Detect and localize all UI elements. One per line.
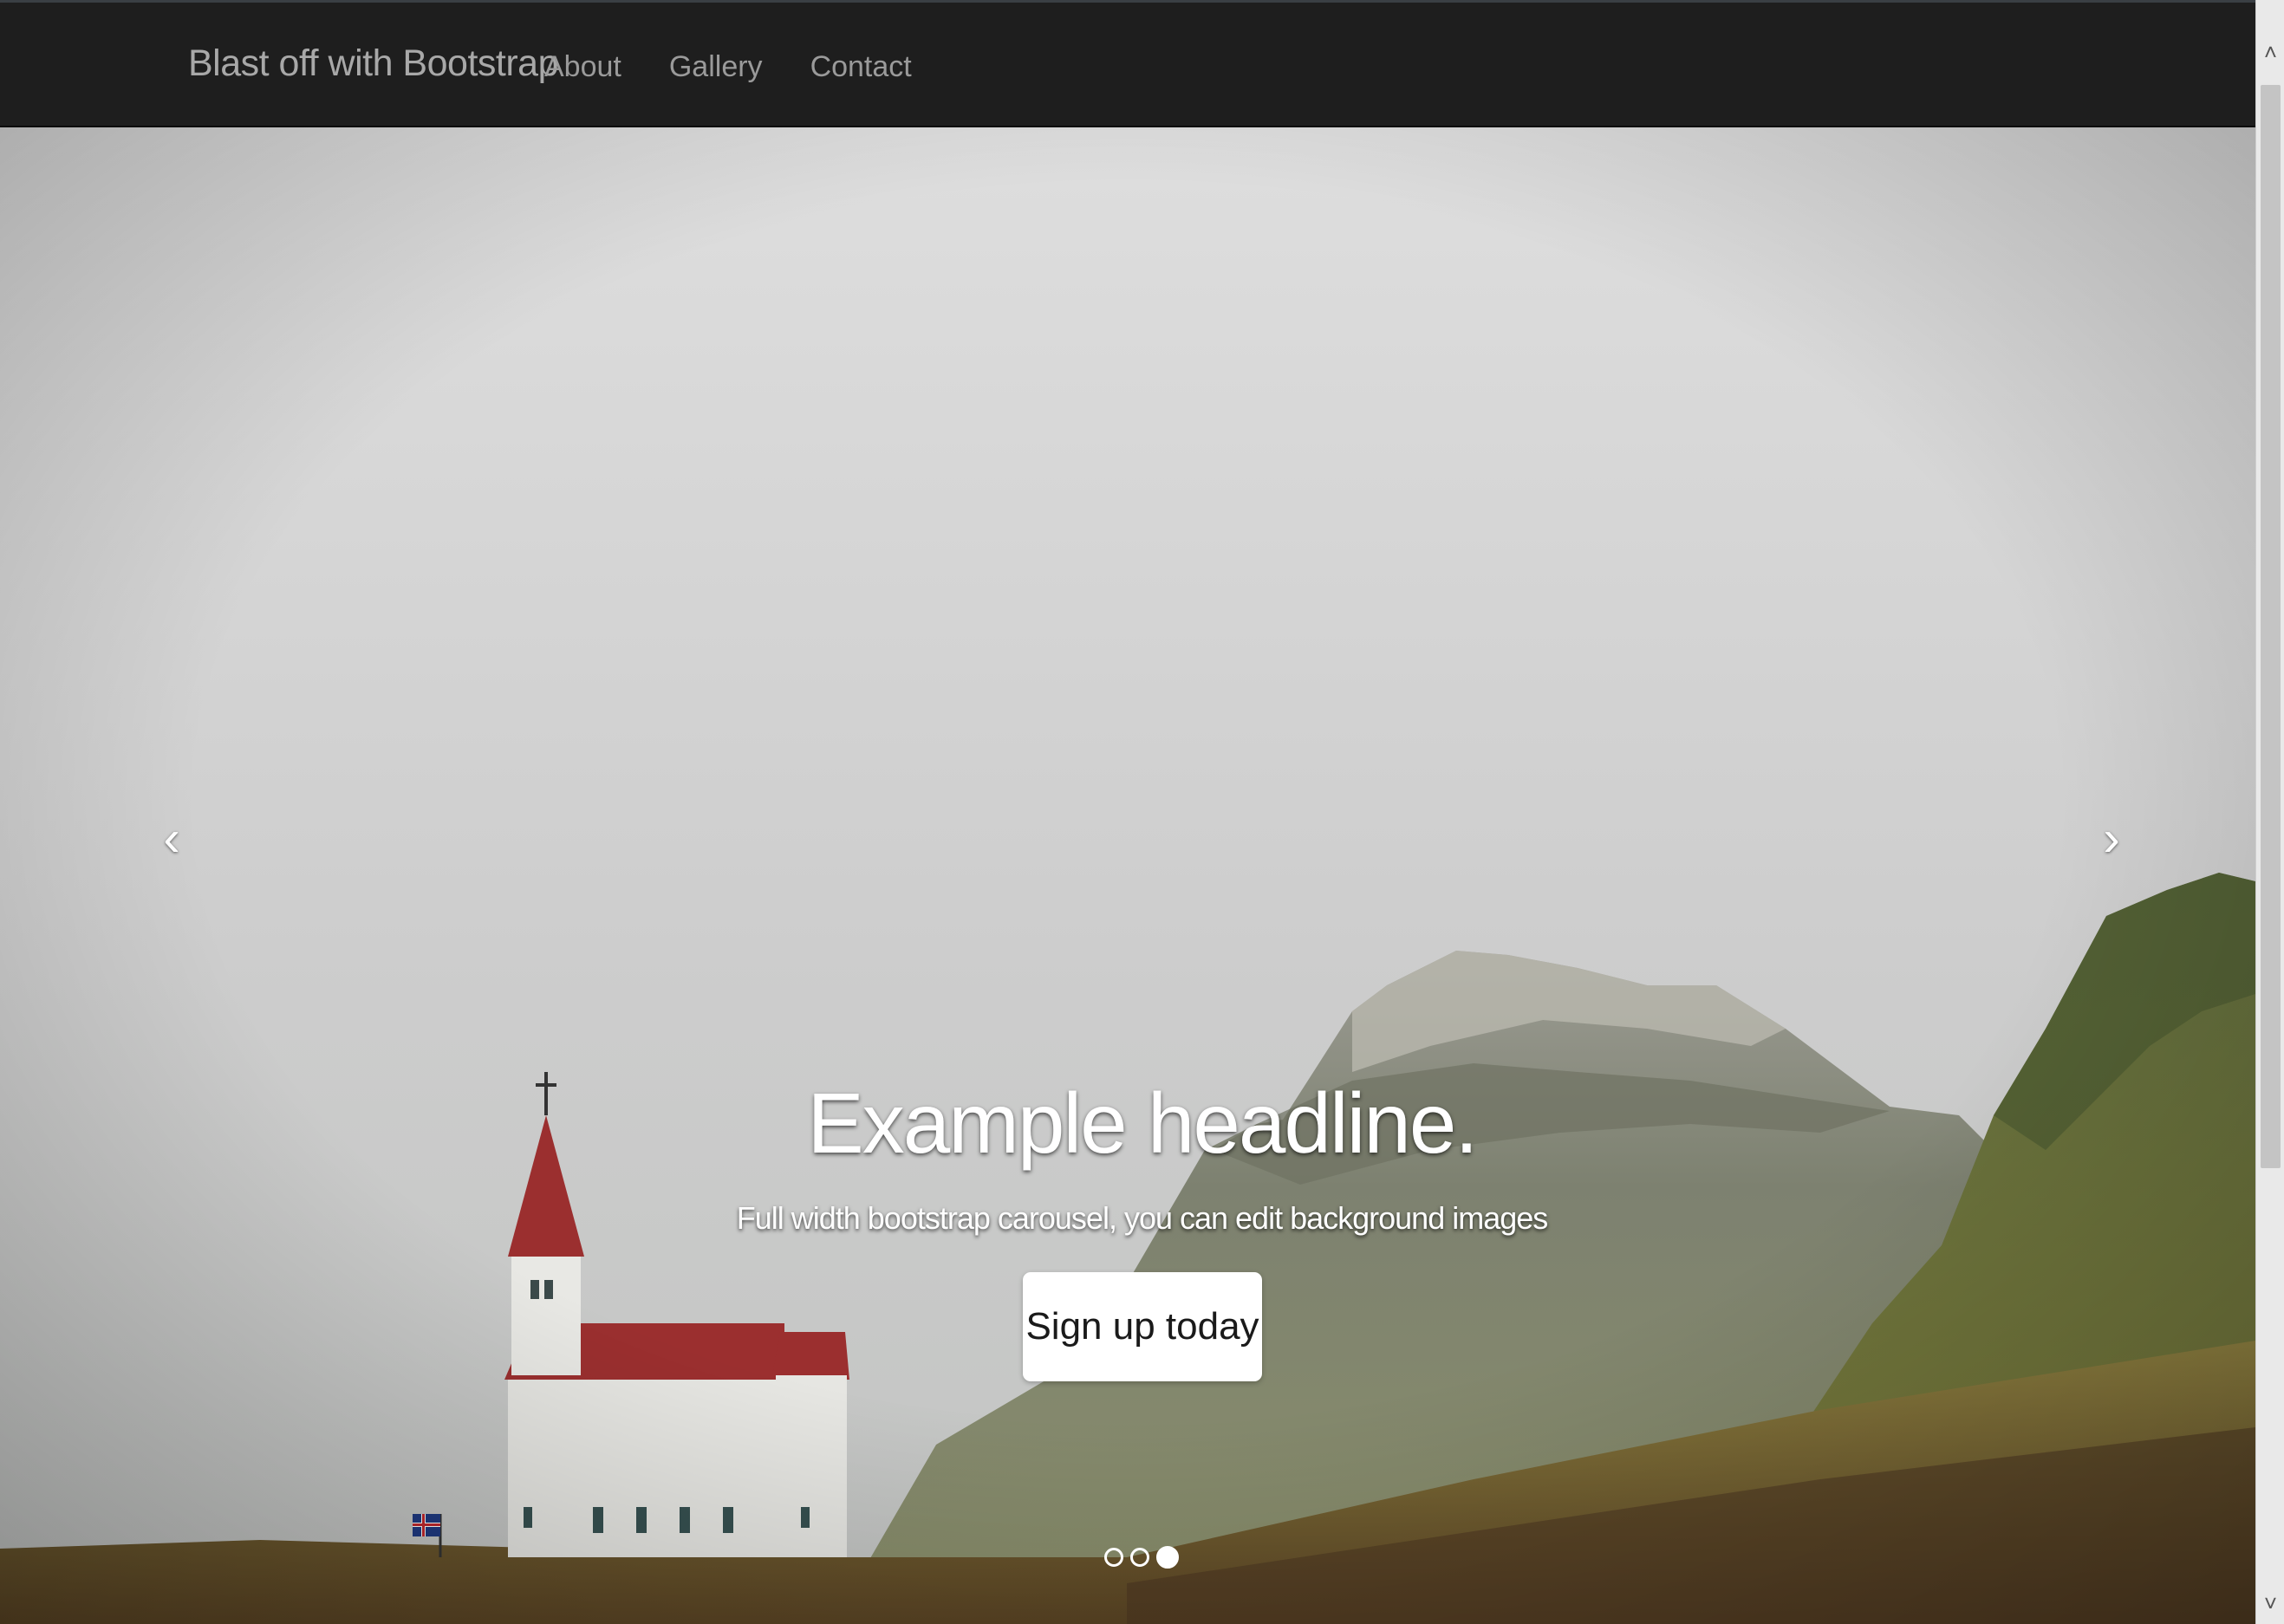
navbar-brand[interactable]: Blast off with Bootstrap xyxy=(188,41,559,86)
nav-link-about[interactable]: About xyxy=(544,50,621,83)
carousel-next-control[interactable]: › xyxy=(2086,803,2138,873)
nav-link-contact[interactable]: Contact xyxy=(810,50,912,83)
browser-viewport: Blast off with Bootstrap About Gallery C… xyxy=(0,0,2255,1624)
nav-item-gallery: Gallery xyxy=(669,48,763,86)
carousel-indicator-2[interactable] xyxy=(1130,1548,1149,1567)
nav-item-about: About xyxy=(544,48,621,86)
carousel-prev-control[interactable]: ‹ xyxy=(146,803,198,873)
carousel-indicators xyxy=(1104,1546,1179,1569)
chevron-right-icon: › xyxy=(2103,809,2120,867)
scroll-thumb[interactable] xyxy=(2261,85,2281,1168)
hero-carousel: ‹ › xyxy=(0,127,2255,1624)
scroll-up-arrow[interactable]: ˄ xyxy=(2256,35,2284,69)
carousel-headline: Example headline. xyxy=(807,1075,1478,1171)
top-navbar: Blast off with Bootstrap About Gallery C… xyxy=(0,0,2255,127)
page-scrollbar[interactable]: ˄ ˅ xyxy=(2255,0,2284,1624)
nav-item-contact: Contact xyxy=(810,48,912,86)
nav-links: About Gallery Contact xyxy=(544,48,912,86)
carousel-background-image xyxy=(0,127,2255,1624)
sign-up-button[interactable]: Sign up today xyxy=(1023,1272,1262,1381)
carousel-subtext: Full width bootstrap carousel, you can e… xyxy=(736,1200,1549,1236)
chevron-left-icon: ‹ xyxy=(163,809,180,867)
carousel-indicator-1[interactable] xyxy=(1104,1548,1123,1567)
carousel-indicator-3[interactable] xyxy=(1156,1546,1179,1569)
scroll-down-arrow[interactable]: ˅ xyxy=(2256,1586,2284,1621)
nav-link-gallery[interactable]: Gallery xyxy=(669,50,763,83)
